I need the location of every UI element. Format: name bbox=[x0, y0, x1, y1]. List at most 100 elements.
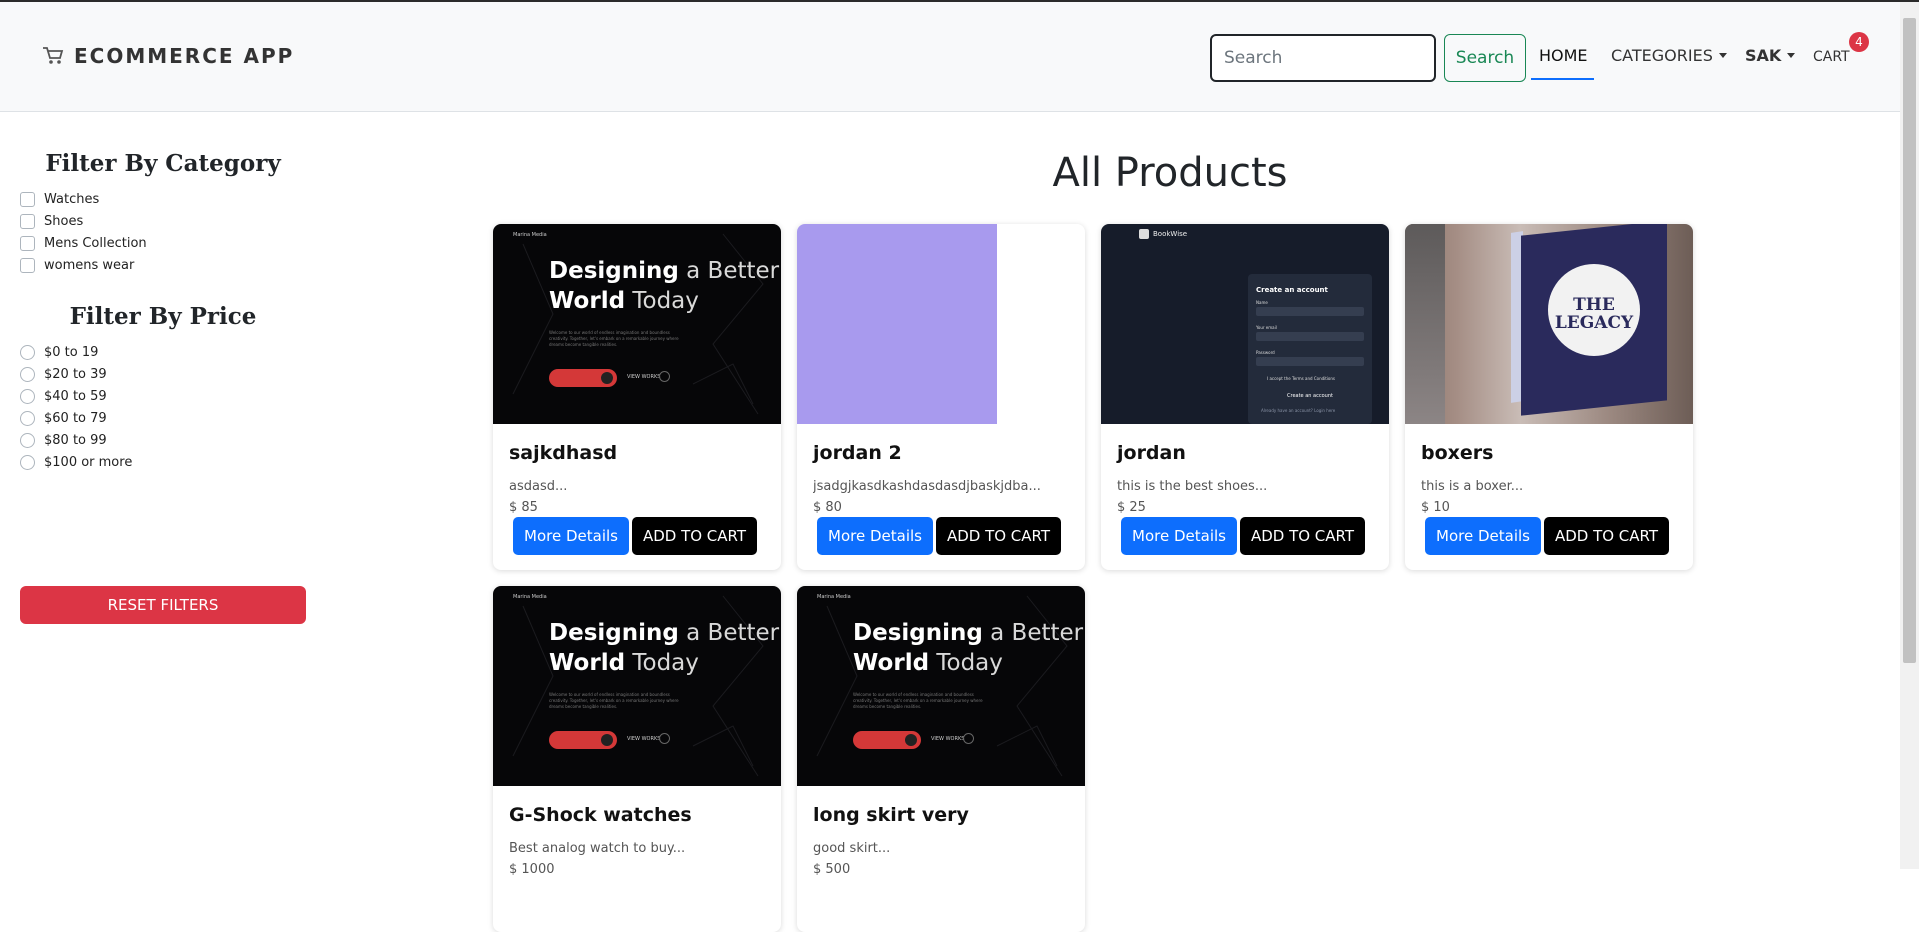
bookwise-name-label: Name bbox=[1256, 300, 1268, 305]
product-card: jordan 2 jsadgjkasdkashdasdasdjbaskjdba.… bbox=[797, 224, 1085, 570]
design-hero-image: Marina Media Designing a Better World Tod… bbox=[797, 586, 1085, 786]
product-name: sajkdhasd bbox=[509, 442, 618, 464]
filter-price-title: Filter By Price bbox=[69, 303, 257, 330]
checkbox[interactable] bbox=[20, 214, 35, 229]
hero-paragraph: Welcome to our world of endless imaginat… bbox=[853, 692, 983, 709]
reset-filters-button[interactable]: RESET FILTERS bbox=[20, 586, 306, 624]
hero-heading-part: a Better bbox=[678, 258, 780, 284]
nav-categories-dropdown[interactable]: CATEGORIES bbox=[1611, 46, 1727, 65]
product-card: Marina Media Designing a Better World Tod… bbox=[797, 586, 1085, 932]
bookwise-login-link: Already have an account? Login here bbox=[1261, 408, 1336, 413]
product-name: jordan 2 bbox=[813, 442, 902, 464]
product-name: long skirt very bbox=[813, 804, 969, 826]
search-input[interactable] bbox=[1210, 34, 1436, 82]
product-price: $ 85 bbox=[509, 500, 538, 515]
bookwise-create-button: Create an account bbox=[1287, 393, 1333, 399]
more-details-button[interactable]: More Details bbox=[1425, 517, 1541, 555]
price-label: $80 to 99 bbox=[44, 433, 107, 448]
price-radio-80-99[interactable]: $80 to 99 bbox=[20, 433, 107, 448]
add-to-cart-button[interactable]: ADD TO CART bbox=[936, 517, 1061, 555]
hero-view-works: VIEW WORKS bbox=[627, 374, 661, 380]
navbar: ECOMMERCE APP Search HOME CATEGORIES SAK… bbox=[0, 2, 1900, 112]
bookwise-logo-icon bbox=[1139, 229, 1149, 239]
price-label: $40 to 59 bbox=[44, 389, 107, 404]
hero-geometric-lines bbox=[512, 233, 764, 415]
product-description: good skirt... bbox=[813, 841, 891, 856]
product-card: THE LEGACY boxers this is a boxer... $ 1… bbox=[1405, 224, 1693, 570]
product-image[interactable]: BookWise Create an account Name Your ema… bbox=[1101, 224, 1389, 424]
bookwise-password-label: Password bbox=[1256, 350, 1275, 355]
product-price: $ 500 bbox=[813, 862, 851, 877]
hero-paragraph: Welcome to our world of endless imaginat… bbox=[549, 330, 679, 347]
hero-heading-part: Today bbox=[625, 288, 699, 314]
bookwise-form-title: Create an account bbox=[1256, 286, 1328, 294]
product-image[interactable]: Marina Media Designing a Better World Tod… bbox=[493, 224, 781, 424]
radio[interactable] bbox=[20, 433, 35, 448]
page-title: All Products bbox=[1052, 150, 1288, 196]
more-details-button[interactable]: More Details bbox=[1121, 517, 1237, 555]
purple-square-image bbox=[797, 224, 997, 424]
bookwise-signup-image: BookWise Create an account Name Your ema… bbox=[1101, 224, 1389, 424]
product-price: $ 1000 bbox=[509, 862, 555, 877]
add-to-cart-button[interactable]: ADD TO CART bbox=[632, 517, 757, 555]
radio[interactable] bbox=[20, 345, 35, 360]
product-name: G-Shock watches bbox=[509, 804, 692, 826]
price-radio-100-plus[interactable]: $100 or more bbox=[20, 455, 132, 470]
product-price: $ 25 bbox=[1117, 500, 1146, 515]
chevron-down-icon bbox=[1787, 53, 1796, 58]
category-label: womens wear bbox=[44, 258, 135, 273]
shopping-cart-icon bbox=[43, 47, 64, 64]
hero-cta-arrow-icon bbox=[905, 734, 917, 746]
add-to-cart-button[interactable]: ADD TO CART bbox=[1240, 517, 1365, 555]
nav-cart[interactable]: CART bbox=[1813, 49, 1850, 65]
more-details-button[interactable]: More Details bbox=[513, 517, 629, 555]
hero-cta-arrow-icon bbox=[601, 372, 613, 384]
radio[interactable] bbox=[20, 367, 35, 382]
hero-view-arrow-icon bbox=[659, 371, 670, 382]
product-image[interactable]: THE LEGACY bbox=[1405, 224, 1693, 424]
hero-view-arrow-icon bbox=[963, 733, 974, 744]
product-card: Marina Media Designing a Better World Tod… bbox=[493, 586, 781, 932]
hero-heading: Designing a Better World Today bbox=[549, 618, 779, 678]
product-image[interactable]: Marina Media Designing a Better World Tod… bbox=[493, 586, 781, 786]
chevron-down-icon bbox=[1718, 53, 1727, 58]
add-to-cart-button[interactable]: ADD TO CART bbox=[1544, 517, 1669, 555]
price-label: $20 to 39 bbox=[44, 367, 107, 382]
checkbox[interactable] bbox=[20, 258, 35, 273]
bookwise-email-field bbox=[1256, 332, 1364, 341]
radio[interactable] bbox=[20, 455, 35, 470]
brand[interactable]: ECOMMERCE APP bbox=[42, 44, 294, 68]
radio[interactable] bbox=[20, 411, 35, 426]
scrollbar-thumb[interactable] bbox=[1903, 18, 1916, 663]
nav-home[interactable]: HOME bbox=[1539, 46, 1588, 65]
product-image[interactable] bbox=[797, 224, 1085, 424]
hero-view-arrow-icon bbox=[659, 733, 670, 744]
category-checkbox-shoes[interactable]: Shoes bbox=[20, 214, 83, 229]
price-radio-20-39[interactable]: $20 to 39 bbox=[20, 367, 107, 382]
price-radio-40-59[interactable]: $40 to 59 bbox=[20, 389, 107, 404]
bookwise-logo-text: BookWise bbox=[1153, 230, 1188, 238]
hero-heading: Designing a Better World Today bbox=[853, 618, 1083, 678]
legacy-sign-image: THE LEGACY bbox=[1405, 224, 1693, 424]
price-radio-0-19[interactable]: $0 to 19 bbox=[20, 345, 98, 360]
checkbox[interactable] bbox=[20, 236, 35, 251]
hero-heading-part: World bbox=[853, 650, 930, 676]
hero-heading-part: a Better bbox=[982, 620, 1084, 646]
product-description: jsadgjkasdkashdasdasdjbaskjdba... bbox=[813, 479, 1041, 494]
hero-logo: Marina Media bbox=[817, 594, 851, 600]
search-button[interactable]: Search bbox=[1444, 34, 1526, 82]
category-checkbox-mens-collection[interactable]: Mens Collection bbox=[20, 236, 147, 251]
radio[interactable] bbox=[20, 389, 35, 404]
hero-paragraph: Welcome to our world of endless imaginat… bbox=[549, 692, 679, 709]
category-checkbox-womens-wear[interactable]: womens wear bbox=[20, 258, 134, 273]
legacy-wall bbox=[1405, 224, 1445, 424]
nav-user-dropdown[interactable]: SAK bbox=[1745, 46, 1796, 65]
product-card: Marina Media Designing a Better World Tod… bbox=[493, 224, 781, 570]
category-label: Shoes bbox=[44, 214, 84, 229]
hero-view-works: VIEW WORKS bbox=[627, 736, 661, 742]
price-radio-60-79[interactable]: $60 to 79 bbox=[20, 411, 107, 426]
product-image[interactable]: Marina Media Designing a Better World Tod… bbox=[797, 586, 1085, 786]
price-label: $100 or more bbox=[44, 455, 133, 470]
more-details-button[interactable]: More Details bbox=[817, 517, 933, 555]
nav-user-label: SAK bbox=[1745, 46, 1782, 65]
